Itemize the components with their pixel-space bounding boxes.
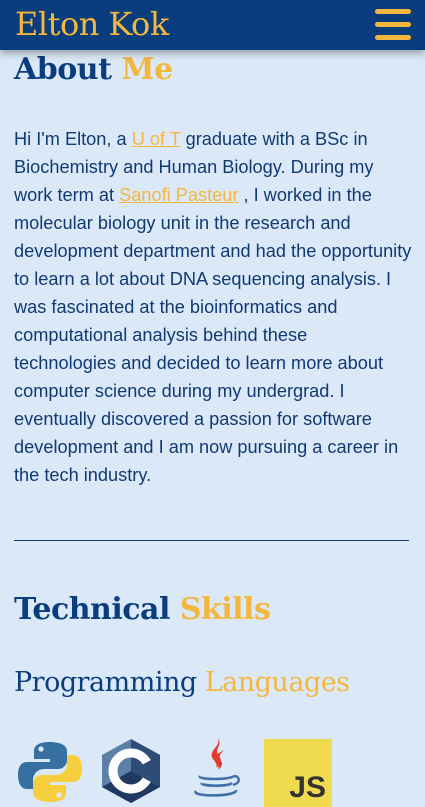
menu-bar-bottom — [375, 35, 411, 40]
about-heading-main: About — [14, 52, 112, 87]
c-language-icon — [102, 739, 160, 803]
uoft-link[interactable]: U of T — [132, 129, 181, 149]
about-text-intro: Hi I'm Elton, a — [14, 129, 132, 149]
about-heading-accent: Me — [121, 52, 173, 87]
about-paragraph: Hi I'm Elton, a U of T graduate with a B… — [14, 125, 414, 489]
technical-skills-heading-accent: Skills — [179, 592, 271, 627]
programming-languages-heading-main: Programming — [14, 667, 197, 698]
section-divider — [14, 540, 409, 541]
menu-bar-top — [375, 9, 411, 14]
javascript-icon: JS — [264, 739, 332, 807]
hamburger-menu-icon[interactable] — [374, 7, 412, 43]
technical-skills-heading: Technical Skills — [14, 591, 271, 629]
brand-link[interactable]: Elton Kok — [15, 4, 169, 44]
programming-languages-heading-accent: Languages — [204, 667, 350, 698]
navbar: Elton Kok — [0, 0, 425, 50]
sanofi-link[interactable]: Sanofi Pasteur — [119, 185, 238, 205]
about-text-end: , I worked in the molecular biology unit… — [14, 185, 412, 485]
python-icon — [18, 742, 82, 802]
about-heading: About Me — [14, 51, 173, 89]
java-icon — [194, 738, 240, 797]
technical-skills-heading-main: Technical — [14, 592, 170, 627]
programming-languages-heading: Programming Languages — [14, 664, 350, 702]
menu-bar-middle — [375, 22, 411, 27]
